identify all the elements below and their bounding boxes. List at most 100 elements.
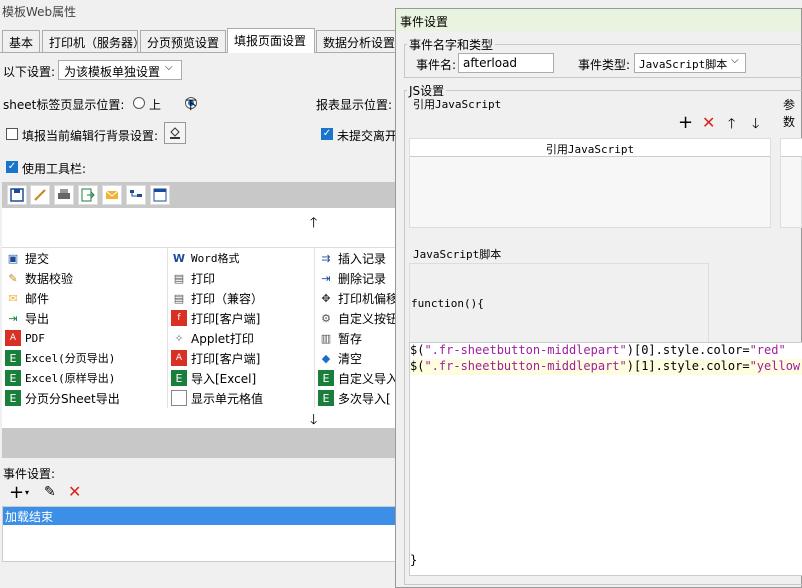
- tab-label: 分页预览设置: [147, 36, 220, 50]
- excel-icon: E: [5, 370, 21, 386]
- code-string: "yellow": [749, 359, 802, 373]
- button-mail[interactable]: ✉ 邮件: [2, 288, 167, 308]
- button-print-compat[interactable]: ▤ 打印（兼容）: [168, 288, 314, 308]
- export-icon[interactable]: [78, 185, 98, 205]
- event-type-select[interactable]: JavaScript脚本 ⌵: [634, 53, 746, 73]
- printer-icon: ▤: [173, 291, 185, 305]
- event-settings-label: 事件设置:: [3, 467, 56, 481]
- delete-icon[interactable]: ✕: [702, 113, 715, 132]
- grid-divider: [314, 248, 315, 408]
- window-icon[interactable]: [150, 185, 170, 205]
- tab-basic[interactable]: 基本: [2, 30, 40, 52]
- event-type-value: JavaScript脚本: [639, 58, 728, 71]
- button-submit[interactable]: ▣ 提交: [2, 248, 167, 268]
- toolbar-bottom-bar: [2, 428, 400, 458]
- mail-icon[interactable]: [102, 185, 122, 205]
- radio-top[interactable]: [133, 97, 145, 109]
- button-import-excel[interactable]: E 导入[Excel]: [168, 368, 314, 388]
- code-token: $(: [410, 343, 425, 357]
- button-multi-import[interactable]: E 多次导入[: [315, 388, 400, 408]
- button-label: 显示单元格值: [191, 391, 264, 406]
- arrow-down-icon[interactable]: 🡓: [752, 113, 759, 137]
- button-show-cell-value[interactable]: 显示单元格值: [168, 388, 314, 408]
- js-script-label: JavaScript脚本: [413, 248, 502, 261]
- dialog-title: 事件设置: [400, 15, 449, 29]
- flash-print-icon: f: [171, 310, 187, 326]
- button-sheet-export[interactable]: E 分页分Sheet导出: [2, 388, 167, 408]
- button-insert-record[interactable]: ⇉ 插入记录: [315, 248, 400, 268]
- chevron-down-icon[interactable]: ▾: [25, 488, 29, 497]
- button-stash[interactable]: ▥ 暂存: [315, 328, 400, 348]
- button-verify[interactable]: ✎ 数据校验: [2, 268, 167, 288]
- event-list-item[interactable]: 加载结束: [3, 507, 399, 525]
- button-label: 暂存: [338, 331, 363, 346]
- tab-label: 填报页面设置: [234, 34, 307, 48]
- js-code-editor[interactable]: $(".fr-sheetbutton-middlepart")[0].style…: [409, 342, 802, 576]
- bg-setting-checkbox[interactable]: [6, 128, 18, 140]
- button-word[interactable]: W Word格式: [168, 248, 314, 268]
- group-title: 事件名字和类型: [407, 36, 496, 53]
- unsubmitted-checkbox[interactable]: [321, 128, 333, 140]
- pencil-icon[interactable]: ✎: [44, 484, 56, 500]
- save-icon[interactable]: [7, 185, 27, 205]
- paint-bucket-icon[interactable]: [164, 122, 186, 144]
- button-label: 删除记录: [338, 271, 387, 286]
- chevron-down-icon: ⌵: [731, 55, 739, 66]
- button-label: 打印机偏移: [338, 291, 399, 306]
- code-token: )[1].style.color=: [626, 359, 750, 373]
- button-excel-original[interactable]: E Excel(原样导出): [2, 368, 167, 388]
- add-icon[interactable]: +: [678, 112, 693, 133]
- tab-label: 打印机（服务器）: [49, 36, 146, 50]
- unsubmitted-label: 未提交离开: [337, 129, 398, 143]
- move-up-area: 🡑: [2, 208, 400, 248]
- chevron-down-icon: ⌵: [165, 62, 173, 73]
- use-toolbar-checkbox[interactable]: [6, 161, 18, 173]
- button-print[interactable]: ▤ 打印: [168, 268, 314, 288]
- button-label: 邮件: [25, 291, 50, 306]
- event-name-input[interactable]: afterload: [458, 53, 554, 73]
- params-label: 参数: [783, 98, 796, 129]
- button-custom[interactable]: ⚙ 自定义按钮: [315, 308, 400, 328]
- tab-data-analysis[interactable]: 数据分析设置: [316, 30, 400, 52]
- tab-fill-page-settings[interactable]: 填报页面设置: [227, 28, 315, 53]
- button-label: 数据校验: [25, 271, 74, 286]
- settings-select[interactable]: 为该模板单独设置 ⌵: [58, 60, 182, 80]
- tree-icon[interactable]: [126, 185, 146, 205]
- report-position-label: 报表显示位置:: [316, 98, 393, 112]
- template-web-properties-window: 模板Web属性 基本 打印机（服务器） 分页预览设置 填报页面设置 数据分析设置…: [0, 0, 400, 588]
- button-delete-record[interactable]: ⇥ 删除记录: [315, 268, 400, 288]
- add-icon[interactable]: +: [9, 482, 24, 503]
- tab-page-preview[interactable]: 分页预览设置: [140, 30, 226, 52]
- excel-icon: E: [318, 370, 334, 386]
- left-title-bar: 模板Web属性: [0, 0, 400, 22]
- button-pdf[interactable]: A PDF: [2, 328, 167, 348]
- sheet-tab-position-label: sheet标签页显示位置:: [3, 98, 125, 112]
- delete-icon[interactable]: ✕: [68, 482, 81, 501]
- arrow-up-icon[interactable]: 🡑: [728, 113, 735, 137]
- tab-printer-server[interactable]: 打印机（服务器）: [42, 30, 145, 52]
- print-icon[interactable]: [54, 185, 74, 205]
- js-header-area: function(){: [409, 263, 709, 343]
- ref-js-label: 引用JavaScript: [413, 98, 502, 111]
- tab-divider: [0, 52, 400, 53]
- move-icon: ✥: [321, 291, 331, 305]
- gear-icon: ⚙: [321, 311, 331, 325]
- button-custom-import[interactable]: E 自定义导入: [315, 368, 400, 388]
- ref-js-col-header[interactable]: 引用JavaScript: [410, 139, 770, 157]
- button-printer-offset[interactable]: ✥ 打印机偏移: [315, 288, 400, 308]
- word-icon: W: [172, 251, 186, 265]
- button-print-client[interactable]: f 打印[客户端]: [168, 308, 314, 328]
- arrow-up-icon[interactable]: 🡑: [310, 212, 317, 236]
- edit-icon[interactable]: [30, 185, 50, 205]
- mail-icon: ✉: [8, 291, 18, 305]
- button-applet-print[interactable]: ✧ Applet打印: [168, 328, 314, 348]
- button-clear[interactable]: ◆ 清空: [315, 348, 400, 368]
- button-print-client-pdf[interactable]: A 打印[客户端]: [168, 348, 314, 368]
- eraser-icon: ◆: [321, 351, 331, 365]
- excel-icon: E: [5, 350, 21, 366]
- radio-bottom-label: 下: [185, 98, 198, 112]
- button-export[interactable]: ⇥ 导出: [2, 308, 167, 328]
- button-excel-paged[interactable]: E Excel(分页导出): [2, 348, 167, 368]
- event-settings-dialog: 事件设置 事件名字和类型 事件名: afterload 事件类型: JavaSc…: [395, 8, 802, 588]
- params-table: [780, 138, 802, 228]
